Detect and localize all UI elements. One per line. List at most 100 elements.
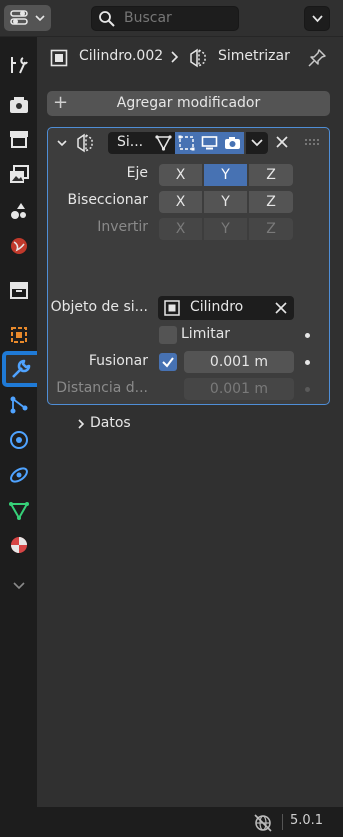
flip-x-toggle[interactable]: X: [159, 218, 203, 240]
chevron-down-icon: [312, 15, 323, 23]
tab-tool[interactable]: [5, 51, 33, 79]
axis-x-toggle[interactable]: X: [159, 164, 203, 186]
chevron-down-icon: [13, 582, 25, 590]
clipping-checkbox[interactable]: [159, 326, 177, 344]
status-bar: 5.0.1: [0, 807, 343, 837]
object-icon: [50, 49, 68, 67]
view-layer-icon: [10, 165, 29, 183]
data-subpanel-label[interactable]: Datos: [90, 415, 131, 431]
tab-data[interactable]: [5, 496, 33, 524]
tab-render[interactable]: [5, 91, 33, 119]
tab-output[interactable]: [5, 125, 33, 153]
bisect-label: Biseccionar: [67, 192, 148, 208]
constraints-icon: [10, 467, 28, 483]
modifier-options-dropdown[interactable]: [246, 132, 268, 154]
mesh-data-icon: [9, 502, 29, 521]
tab-constraints[interactable]: [5, 461, 33, 489]
tab-physics[interactable]: [5, 426, 33, 454]
object-icon: [11, 327, 27, 343]
tool-icon: [11, 57, 28, 74]
merge-label: Fusionar: [88, 353, 148, 369]
properties-header: Buscar: [0, 0, 343, 37]
checkmark-icon: [162, 357, 174, 368]
axis-label: Eje: [126, 165, 148, 181]
mirror-modifier-icon: [77, 133, 93, 153]
material-icon: [11, 537, 27, 553]
vertex-triangle-icon: [155, 135, 172, 151]
world-icon: [11, 238, 27, 254]
properties-tabs: [0, 37, 37, 807]
on-cage-toggle[interactable]: [152, 132, 175, 154]
flip-z-toggle[interactable]: Z: [249, 218, 293, 240]
scene-icon: [11, 203, 26, 219]
merge-distance-field[interactable]: 0.001 m: [184, 351, 294, 373]
bisect-x-toggle[interactable]: X: [159, 191, 203, 213]
output-icon: [10, 131, 28, 148]
tab-object[interactable]: [5, 321, 33, 349]
mirror-object-value: Cilindro: [190, 299, 244, 315]
chevron-down-icon: [251, 139, 263, 147]
mirror-object-field[interactable]: Cilindro: [158, 296, 294, 320]
mirror-modifier-icon: [190, 48, 206, 68]
tab-collection[interactable]: [5, 276, 33, 304]
keyframe-dot[interactable]: [305, 360, 310, 365]
tab-material[interactable]: [5, 531, 33, 559]
version-label: 5.0.1: [290, 813, 324, 828]
mirror-object-label: Objeto de si...: [50, 299, 148, 315]
axis-z-toggle[interactable]: Z: [249, 164, 293, 186]
bisect-distance-field[interactable]: 0.001 m: [184, 378, 294, 400]
axis-y-toggle[interactable]: Y: [204, 164, 248, 186]
modifier-name: Si...: [117, 134, 144, 150]
keyframe-dot[interactable]: [305, 387, 310, 392]
merge-checkbox[interactable]: [159, 353, 177, 371]
editor-type-selector[interactable]: [4, 5, 51, 31]
properties-editor-icon: [10, 10, 28, 25]
options-dropdown[interactable]: [304, 6, 330, 31]
bisect-z-toggle[interactable]: Z: [249, 191, 293, 213]
chevron-down-icon[interactable]: [56, 137, 68, 149]
object-icon: [164, 300, 180, 316]
flip-y-toggle[interactable]: Y: [204, 218, 248, 240]
monitor-icon: [201, 136, 218, 150]
edit-mode-icon: [178, 135, 195, 151]
breadcrumb-modifier: Simetrizar: [218, 48, 290, 64]
tab-particles[interactable]: [5, 391, 33, 419]
flip-label: Invertir: [97, 219, 148, 235]
status-divider: [282, 814, 283, 830]
add-modifier-label: Agregar modificador: [116, 95, 261, 111]
render-icon: [10, 97, 28, 113]
keyframe-dot[interactable]: [305, 333, 310, 338]
tab-more[interactable]: [5, 571, 33, 599]
clear-icon[interactable]: [274, 301, 288, 315]
modifier-name-field[interactable]: Si...: [108, 132, 152, 154]
edit-mode-toggle[interactable]: [175, 132, 198, 154]
network-disabled-icon: [254, 814, 272, 832]
chevron-down-icon: [35, 15, 45, 22]
drag-handle-icon[interactable]: [304, 137, 320, 147]
render-toggle[interactable]: [221, 132, 244, 154]
collection-icon: [10, 282, 28, 299]
breadcrumb-object: Cilindro.002: [79, 48, 164, 64]
wrench-icon: [12, 359, 31, 378]
search-placeholder: Buscar: [124, 10, 172, 26]
chevron-right-icon[interactable]: [75, 418, 87, 430]
camera-icon: [225, 137, 240, 149]
viewport-toggle[interactable]: [198, 132, 221, 154]
mirror-modifier-panel: Si... Eje X Y Z Biseccionar X Y Z Invert…: [47, 127, 330, 431]
tab-view-layer[interactable]: [5, 161, 33, 189]
pin-icon[interactable]: [307, 48, 327, 68]
add-modifier-button[interactable]: + Agregar modificador: [47, 91, 330, 116]
modifier-properties-area: Cilindro.002 Simetrizar + Agregar modifi…: [37, 37, 343, 807]
tab-scene[interactable]: [5, 197, 33, 225]
tab-world[interactable]: [5, 232, 33, 260]
close-icon[interactable]: [274, 134, 290, 150]
bisect-y-toggle[interactable]: Y: [204, 191, 248, 213]
search-icon: [99, 11, 115, 27]
physics-icon: [10, 431, 28, 449]
bisect-distance-label: Distancia d...: [56, 380, 148, 396]
clipping-label: Limitar: [181, 326, 231, 342]
search-field[interactable]: Buscar: [91, 6, 239, 31]
particles-icon: [10, 396, 28, 414]
tab-modifiers[interactable]: [2, 351, 37, 387]
chevron-right-icon: [171, 51, 179, 63]
